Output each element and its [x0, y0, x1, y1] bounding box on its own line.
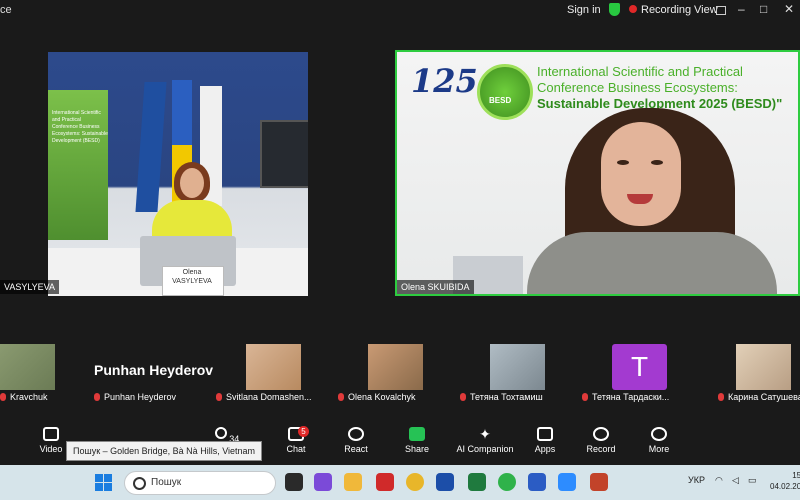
view-button[interactable]: View — [694, 4, 718, 16]
participant-tile[interactable]: Тетяна Тохтамиш — [460, 344, 580, 410]
chrome-profile-icon[interactable] — [498, 473, 516, 491]
app-125-icon[interactable] — [436, 473, 454, 491]
window-title: ce — [0, 4, 12, 16]
taskbar-search[interactable]: Пошук — [124, 471, 276, 495]
muted-mic-icon — [216, 393, 222, 401]
camera-icon — [43, 427, 59, 441]
sign-in-link[interactable]: Sign in — [567, 4, 601, 16]
battery-icon[interactable]: ▭ — [748, 475, 757, 486]
file-explorer-icon[interactable] — [344, 473, 362, 491]
close-button[interactable]: ✕ — [784, 2, 794, 16]
participant-thumbnail — [368, 344, 423, 390]
chrome-icon[interactable] — [406, 473, 424, 491]
record-icon — [593, 427, 609, 441]
title-bar: ce Sign in Recording View – □ ✕ — [0, 0, 800, 22]
participant-thumbnail — [246, 344, 301, 390]
recording-label[interactable]: Recording — [641, 4, 691, 16]
video-button[interactable]: Video — [38, 427, 64, 454]
participant-thumbnail — [0, 344, 55, 390]
minimize-button[interactable]: – — [738, 2, 745, 16]
clock[interactable]: 15 04.02.20 — [770, 470, 800, 492]
search-tooltip: Пошук – Golden Bridge, Bà Nà Hills, Viet… — [66, 441, 263, 461]
search-icon — [133, 477, 146, 490]
participant-tile[interactable]: Svitlana Domashen... — [216, 344, 336, 410]
muted-mic-icon — [0, 393, 6, 401]
excel-icon[interactable] — [468, 473, 486, 491]
language-indicator[interactable]: УКР — [688, 475, 705, 485]
muted-mic-icon — [338, 393, 344, 401]
wall-monitor — [260, 120, 308, 188]
besd-logo-icon — [477, 64, 533, 120]
react-heart-icon — [348, 427, 364, 441]
video-stage: International Scientific and Practical C… — [0, 22, 800, 322]
muted-mic-icon — [94, 393, 100, 401]
view-grid-icon[interactable] — [716, 6, 726, 15]
muted-mic-icon — [718, 393, 724, 401]
chat-unread-badge: 5 — [298, 426, 309, 437]
speaker-face — [601, 122, 681, 226]
zoom-icon[interactable] — [558, 473, 576, 491]
ai-companion-button[interactable]: ✦ AI Companion — [456, 427, 514, 454]
powerpoint-icon[interactable] — [590, 473, 608, 491]
security-shield-icon[interactable] — [609, 3, 620, 16]
more-button[interactable]: More — [646, 427, 672, 454]
share-button[interactable]: Share — [404, 427, 430, 454]
participant-big-name: Punhan Heyderov — [94, 362, 214, 378]
maximize-button[interactable]: □ — [760, 2, 767, 16]
participant-tile[interactable]: Тетяна Тардаски... — [582, 344, 702, 410]
volume-icon[interactable]: ◁ — [732, 475, 739, 486]
participant-strip: Kravchuk Punhan Heyderov Punhan Heyderov… — [0, 344, 800, 410]
share-arrow-icon — [409, 427, 425, 441]
participant-tile[interactable]: Карина Сатушева — [704, 344, 800, 410]
participant-tile[interactable]: Olena Kovalchyk — [338, 344, 458, 410]
wifi-icon[interactable]: ◠ — [715, 475, 723, 486]
windows-taskbar: Пошук УКР ◠ ◁ ▭ 15 04.02.20 — [0, 465, 800, 500]
conference-title: International Scientific and Practical C… — [537, 64, 783, 111]
video-tile-vasylyeva[interactable]: International Scientific and Practical C… — [48, 52, 308, 296]
participant-name-label: VASYLYEVA — [0, 280, 60, 294]
participants-icon — [214, 427, 227, 439]
banner-text: International Scientific and Practical C… — [52, 110, 108, 144]
participant-thumbnail — [490, 344, 545, 390]
word-icon[interactable] — [528, 473, 546, 491]
besd-logo-text: BESD — [489, 96, 512, 105]
name-sign-text: Olena VASYLYEVA — [172, 269, 212, 285]
apps-grid-icon — [537, 427, 553, 441]
recording-dot-icon — [629, 5, 637, 13]
widgets-icon[interactable] — [314, 473, 332, 491]
windows-start-icon[interactable] — [95, 474, 112, 491]
mcafee-icon[interactable] — [376, 473, 394, 491]
video-tile-skuibida[interactable]: 125 BESD International Scientific and Pr… — [395, 50, 800, 296]
ai-sparkle-icon: ✦ — [479, 426, 491, 442]
muted-mic-icon — [460, 393, 466, 401]
participant-name-label: Olena SKUIBIDA — [397, 280, 474, 294]
more-dots-icon — [651, 427, 667, 441]
speaker-sweater — [527, 232, 777, 294]
react-button[interactable]: React — [342, 427, 370, 454]
task-view-icon[interactable] — [285, 473, 303, 491]
university-125-logo: 125 — [411, 62, 478, 100]
apps-button[interactable]: Apps — [532, 427, 558, 454]
muted-mic-icon — [582, 393, 588, 401]
participant-thumbnail — [736, 344, 791, 390]
participant-tile[interactable]: Punhan Heyderov Punhan Heyderov — [94, 344, 214, 410]
record-button[interactable]: Record — [586, 427, 616, 454]
